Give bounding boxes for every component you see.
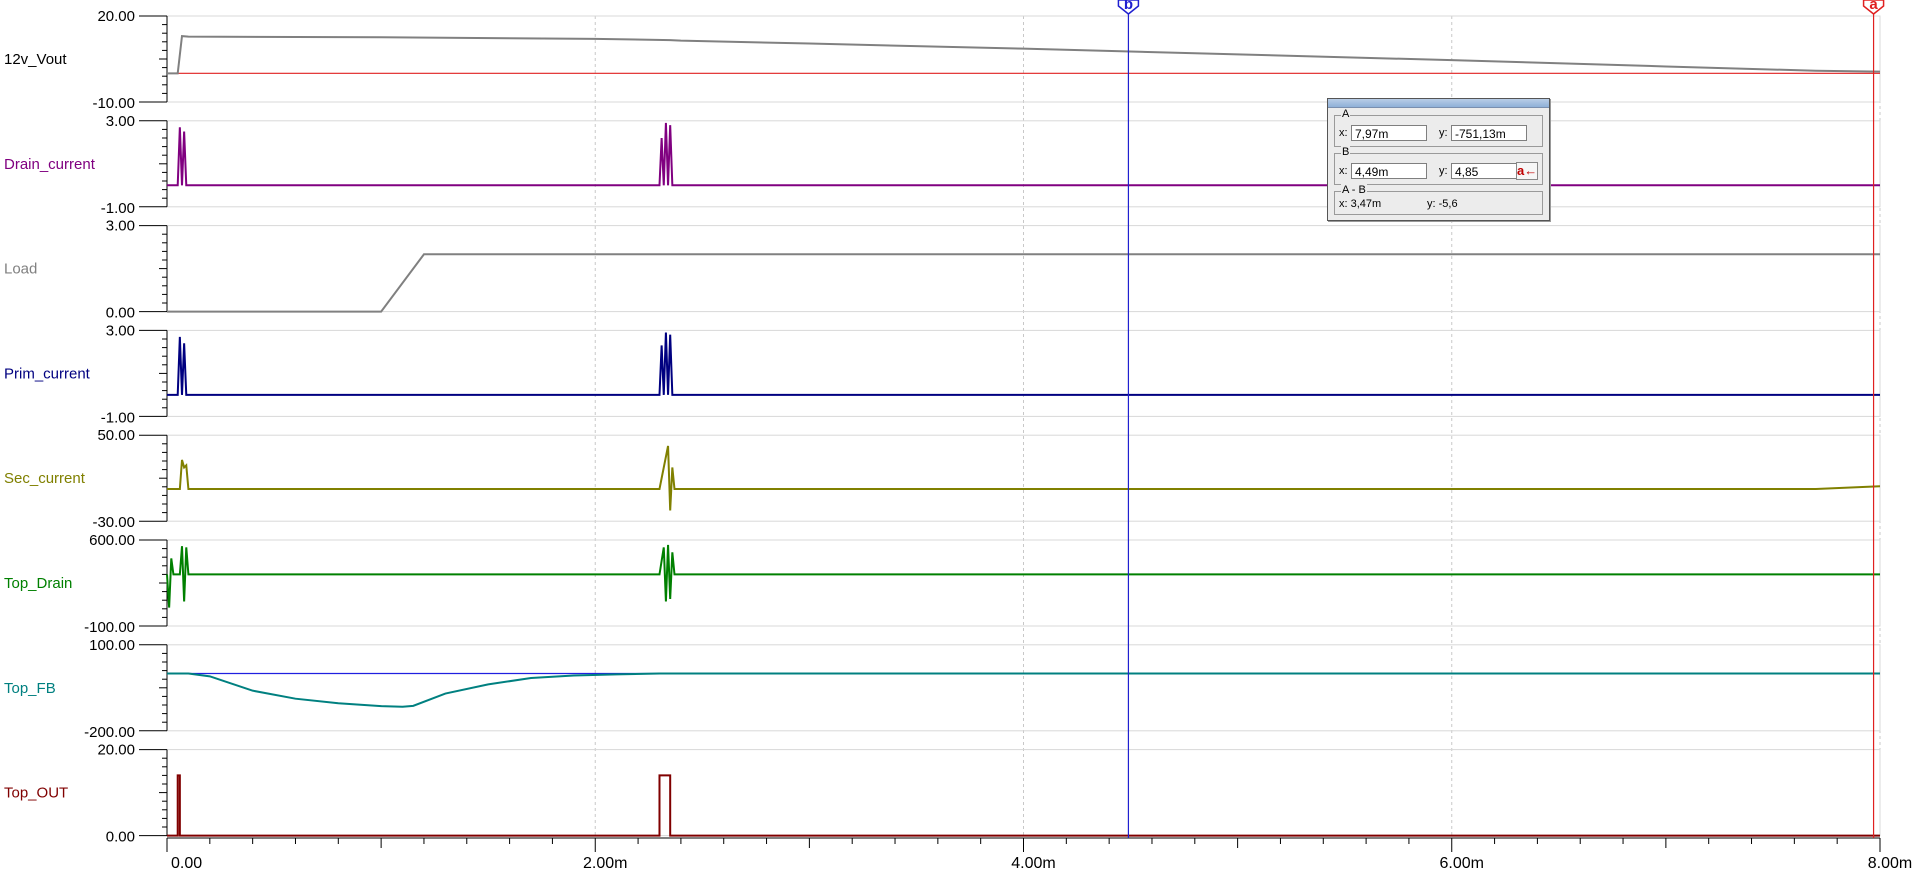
panel-frame-prim-current (166, 329, 1881, 417)
cursor-a-group: A x: 7,97m y: -751,13m (1334, 108, 1543, 147)
x-tick-label: 0.00 (171, 855, 202, 872)
y-max-label-drain-current: 3.00 (106, 113, 135, 130)
y-min-label-top-fb: -200.00 (84, 724, 135, 741)
series-label-prim-current: Prim_current (4, 365, 91, 382)
cursor-a-group-label: A (1341, 108, 1351, 120)
x-tick-label: 4.00m (1011, 855, 1055, 872)
panel-frame-top-fb (166, 644, 1881, 732)
y-max-label-sec-current: 50.00 (97, 427, 135, 444)
cursor-a-x-label: x: (1339, 127, 1348, 139)
cursor-b-x-field[interactable]: 4,49m (1351, 163, 1427, 179)
y-min-label-top-out: 0.00 (106, 829, 135, 846)
cursor-b-x-label: x: (1339, 165, 1348, 177)
cursor-window-titlebar[interactable] (1328, 99, 1549, 108)
y-min-label-12v-vout: -10.00 (92, 95, 135, 112)
cursor-a-x-field[interactable]: 7,97m (1351, 125, 1427, 141)
cursor-diff-group-label: A - B (1341, 184, 1367, 196)
x-tick-label: 6.00m (1440, 855, 1484, 872)
cursor-diff-y-value: y: -5,6 (1427, 198, 1458, 210)
waveform-chart: 20.00-10.0012v_Vout3.00-1.00Drain_curren… (4, 0, 1912, 872)
y-min-label-prim-current: -1.00 (101, 409, 135, 426)
cursor-diff-group: A - B x: 3,47m y: -5,6 (1334, 184, 1543, 215)
cursor-a-y-label: y: (1439, 127, 1448, 139)
panel-frame-drain-current (166, 120, 1881, 208)
y-max-label-top-fb: 100.00 (89, 637, 135, 654)
cursor-b-y-label: y: (1439, 165, 1448, 177)
series-label-drain-current: Drain_current (4, 156, 96, 173)
series-label-sec-current: Sec_current (4, 470, 86, 487)
jump-to-cursor-a-button[interactable]: a← (1516, 162, 1538, 180)
cursor-readout-window[interactable]: A x: 7,97m y: -751,13m B x: 4,49m y: 4,8… (1327, 98, 1550, 221)
y-max-label-prim-current: 3.00 (106, 322, 135, 339)
y-min-label-sec-current: -30.00 (92, 514, 135, 531)
cursor-marker-label-b: b (1124, 0, 1133, 13)
y-min-label-load: 0.00 (106, 305, 135, 322)
y-max-label-top-drain: 600.00 (89, 532, 135, 549)
cursor-marker-label-a: a (1869, 0, 1878, 13)
series-label-top-fb: Top_FB (4, 680, 56, 697)
series-label-top-drain: Top_Drain (4, 575, 72, 592)
cursor-a-y-field[interactable]: -751,13m (1451, 125, 1527, 141)
y-min-label-drain-current: -1.00 (101, 200, 135, 217)
cursor-diff-x-value: x: 3,47m (1339, 198, 1382, 210)
y-min-label-top-drain: -100.00 (84, 619, 135, 636)
cursor-b-group: B x: 4,49m y: 4,85 a← (1334, 146, 1543, 185)
y-max-label-top-out: 20.00 (97, 742, 135, 759)
cursor-b-group-label: B (1341, 146, 1351, 158)
series-label-top-out: Top_OUT (4, 785, 68, 802)
y-max-label-12v-vout: 20.00 (97, 8, 135, 25)
series-label-12v-vout: 12v_Vout (4, 51, 67, 68)
series-label-load: Load (4, 261, 37, 278)
y-max-label-load: 3.00 (106, 218, 135, 235)
x-tick-label: 2.00m (583, 855, 627, 872)
x-tick-label: 8.00m (1868, 855, 1912, 872)
